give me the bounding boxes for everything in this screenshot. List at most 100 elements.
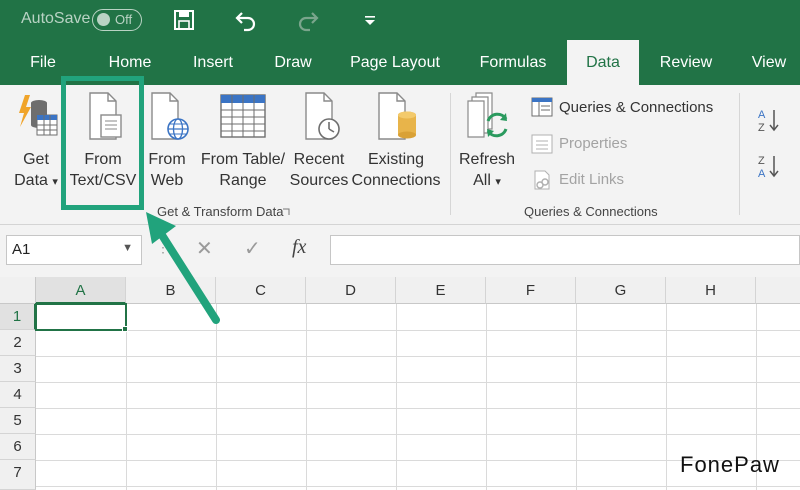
- from-web-label-1: From: [148, 151, 186, 168]
- save-icon[interactable]: [172, 8, 196, 32]
- dialog-launcher-icon[interactable]: [282, 208, 290, 216]
- group-label-get-transform: Get & Transform Data: [157, 204, 284, 219]
- sort-a-to-z-icon[interactable]: A Z: [757, 107, 781, 133]
- from-web-button[interactable]: From Web: [142, 91, 192, 191]
- insert-function-icon[interactable]: fx: [292, 236, 306, 259]
- formula-bar: A1 ▼ ⋮ ✕ ✓ fx: [0, 225, 800, 277]
- row-header-3[interactable]: 3: [0, 356, 36, 382]
- column-header-b[interactable]: B: [126, 277, 216, 304]
- column-header-d[interactable]: D: [306, 277, 396, 304]
- row-header-6[interactable]: 6: [0, 434, 36, 460]
- recent-sources-label-2: Sources: [289, 172, 349, 189]
- get-data-label-2: Data ▾: [6, 170, 66, 193]
- svg-text:A: A: [758, 109, 766, 121]
- web-file-icon: [151, 92, 189, 140]
- cancel-icon[interactable]: ✕: [196, 236, 213, 261]
- gridline: [306, 304, 307, 490]
- row-header-5[interactable]: 5: [0, 408, 36, 434]
- from-table-label-2: Range: [219, 172, 267, 189]
- column-header-f[interactable]: F: [486, 277, 576, 304]
- tab-view[interactable]: View: [740, 40, 798, 85]
- gridline: [36, 434, 800, 435]
- refresh-icon: [467, 92, 508, 138]
- row-header-7[interactable]: 7: [0, 460, 36, 490]
- group-label-queries: Queries & Connections: [524, 204, 658, 219]
- gridline: [396, 304, 397, 490]
- queries-connections-button[interactable]: Queries & Connections: [531, 97, 731, 119]
- name-box-dropdown-icon[interactable]: ▼: [122, 242, 133, 254]
- row-header-1[interactable]: 1: [0, 304, 36, 330]
- selected-cell-a1[interactable]: [35, 303, 127, 331]
- group-separator: [450, 93, 451, 215]
- row-header-2[interactable]: 2: [0, 330, 36, 356]
- tab-insert[interactable]: Insert: [180, 40, 246, 85]
- recent-sources-button[interactable]: Recent Sources: [288, 91, 350, 191]
- gridline: [36, 356, 800, 357]
- properties-label: Properties: [559, 135, 628, 152]
- dropdown-arrow-icon: ▾: [495, 176, 501, 188]
- column-header-e[interactable]: E: [396, 277, 486, 304]
- svg-text:Z: Z: [758, 155, 765, 167]
- dropdown-arrow-icon: ▾: [52, 176, 58, 188]
- column-header-a[interactable]: A: [36, 277, 126, 304]
- get-data-button[interactable]: Get Data ▾: [6, 91, 66, 193]
- column-header-h[interactable]: H: [666, 277, 756, 304]
- properties-icon: [531, 134, 553, 154]
- refresh-all-text: All: [473, 172, 491, 189]
- name-box-value: A1: [12, 241, 31, 258]
- gridline: [216, 304, 217, 490]
- watermark-logo: FonePaw: [680, 452, 780, 477]
- gridline: [36, 486, 800, 487]
- edit-links-icon: [534, 170, 550, 190]
- autosave-toggle[interactable]: Off: [92, 9, 142, 31]
- from-table-range-button[interactable]: From Table/ Range: [198, 91, 288, 191]
- title-bar: AutoSave Off: [0, 0, 800, 40]
- gridline: [36, 330, 800, 331]
- refresh-all-label-2: All ▾: [455, 170, 519, 193]
- select-all-corner[interactable]: [0, 277, 36, 304]
- get-data-text: Data: [14, 172, 48, 189]
- highlight-box: [61, 76, 144, 210]
- existing-connections-label-2: Connections: [351, 172, 441, 189]
- tab-review[interactable]: Review: [650, 40, 722, 85]
- table-icon: [220, 94, 266, 138]
- gridline: [576, 304, 577, 490]
- toggle-state: Off: [115, 12, 133, 27]
- sort-z-to-a-icon[interactable]: Z A: [757, 153, 781, 179]
- queries-connections-label: Queries & Connections: [559, 99, 714, 116]
- tab-draw[interactable]: Draw: [262, 40, 324, 85]
- more-options-icon: ⋮: [156, 239, 170, 255]
- undo-icon[interactable]: [234, 8, 258, 32]
- column-header-c[interactable]: C: [216, 277, 306, 304]
- svg-text:A: A: [758, 168, 766, 179]
- customize-qat-icon[interactable]: [358, 8, 382, 32]
- svg-text:Z: Z: [758, 122, 765, 133]
- enter-check-icon[interactable]: ✓: [244, 236, 261, 261]
- row-header-4[interactable]: 4: [0, 382, 36, 408]
- edit-links-button: Edit Links: [531, 169, 731, 191]
- existing-connections-button[interactable]: Existing Connections: [350, 91, 442, 191]
- name-box[interactable]: A1 ▼: [6, 235, 142, 265]
- formula-input[interactable]: [330, 235, 800, 265]
- get-data-label-1: Get: [23, 151, 49, 168]
- tab-page-layout[interactable]: Page Layout: [340, 40, 450, 85]
- existing-connections-label-1: Existing: [367, 151, 425, 168]
- from-table-label-1: From Table/: [200, 151, 286, 168]
- from-web-label-2: Web: [150, 172, 184, 189]
- gridline: [36, 408, 800, 409]
- redo-icon[interactable]: [296, 8, 320, 32]
- refresh-all-button[interactable]: Refresh All ▾: [455, 91, 519, 193]
- database-icon: [19, 95, 58, 136]
- tab-data[interactable]: Data: [567, 40, 639, 85]
- gridline: [666, 304, 667, 490]
- column-header-g[interactable]: G: [576, 277, 666, 304]
- gridline: [36, 382, 800, 383]
- group-separator: [739, 93, 740, 215]
- queries-pane-icon: [531, 97, 553, 117]
- column-header-i[interactable]: [756, 277, 800, 304]
- refresh-all-label-1: Refresh: [458, 151, 516, 168]
- autosave-label: AutoSave: [21, 10, 91, 27]
- fill-handle[interactable]: [122, 326, 128, 332]
- properties-button: Properties: [531, 133, 731, 155]
- tab-formulas[interactable]: Formulas: [468, 40, 558, 85]
